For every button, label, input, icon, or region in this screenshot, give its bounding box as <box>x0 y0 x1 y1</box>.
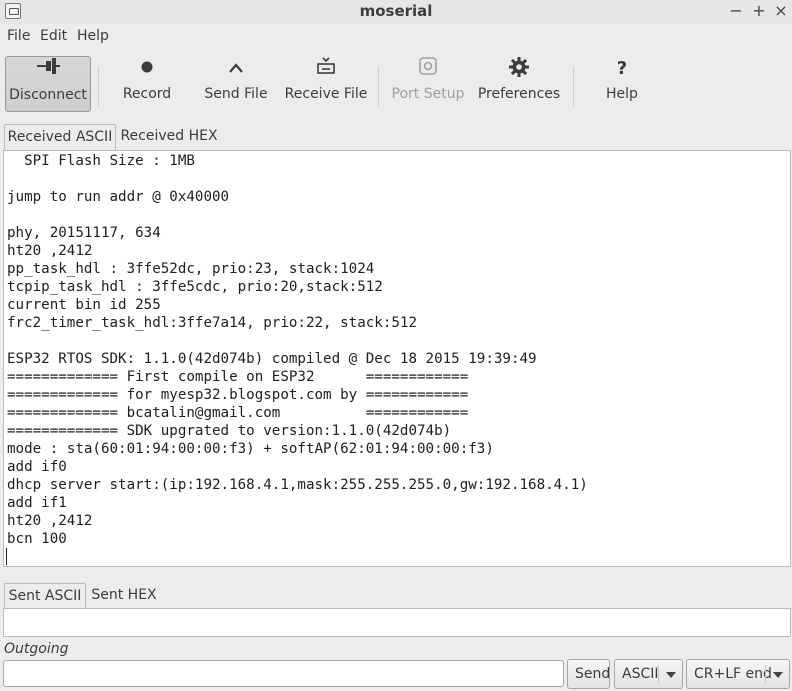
toolbar-separator <box>378 66 379 106</box>
record-button[interactable]: Record <box>112 56 182 112</box>
preferences-button[interactable]: Preferences <box>476 56 562 112</box>
help-label: Help <box>606 86 638 102</box>
port-setup-label: Port Setup <box>391 86 465 102</box>
received-text: SPI Flash Size : 1MB jump to run addr @ … <box>7 153 588 547</box>
line-end-select[interactable]: CR+LF end <box>686 659 790 689</box>
chevron-up-icon <box>200 56 272 82</box>
maximize-button[interactable]: + <box>750 1 768 21</box>
window-title: moserial <box>359 2 433 20</box>
menu-edit[interactable]: Edit <box>40 28 67 44</box>
help-button[interactable]: ? Help <box>598 56 646 112</box>
inbox-download-icon <box>284 56 368 82</box>
format-select-value: ASCII <box>622 666 659 682</box>
tab-received-hex[interactable]: Received HEX <box>118 124 220 150</box>
gear-icon <box>476 56 562 82</box>
chevron-down-icon <box>666 672 676 678</box>
sent-area[interactable] <box>3 608 791 637</box>
tab-received-ascii[interactable]: Received ASCII <box>4 124 116 150</box>
tab-sent-hex[interactable]: Sent HEX <box>88 583 160 609</box>
title-bar: moserial − + × <box>0 0 792 24</box>
received-tabs: Received ASCII Received HEX <box>0 124 792 151</box>
toolbar-separator <box>573 66 574 106</box>
sent-tabs: Sent ASCII Sent HEX <box>0 583 792 610</box>
plug-icon <box>6 57 90 83</box>
send-file-button[interactable]: Send File <box>200 56 272 112</box>
outgoing-label: Outgoing <box>4 641 69 657</box>
dropdown-separator <box>765 665 766 683</box>
receive-file-button[interactable]: Receive File <box>284 56 368 112</box>
preferences-label: Preferences <box>477 86 561 102</box>
send-file-label: Send File <box>204 86 268 102</box>
line-end-select-value: CR+LF end <box>694 666 772 682</box>
disconnect-button[interactable]: Disconnect <box>5 56 91 112</box>
dropdown-separator <box>658 665 659 683</box>
send-button[interactable]: Send <box>567 659 610 689</box>
close-button[interactable]: × <box>772 1 790 21</box>
received-terminal[interactable]: SPI Flash Size : 1MB jump to run addr @ … <box>3 150 791 567</box>
port-setup-button[interactable]: Port Setup <box>390 56 466 112</box>
menu-help[interactable]: Help <box>77 28 109 44</box>
disconnect-label: Disconnect <box>9 87 87 103</box>
menu-file[interactable]: File <box>7 28 30 44</box>
record-dot-icon <box>112 56 182 82</box>
chevron-down-icon <box>773 672 783 678</box>
question-icon: ? <box>616 58 628 79</box>
toolbar-separator <box>98 66 99 106</box>
format-select[interactable]: ASCII <box>614 659 683 689</box>
minimize-button[interactable]: − <box>727 1 745 21</box>
receive-file-label: Receive File <box>284 86 368 102</box>
text-cursor <box>6 548 7 565</box>
record-label: Record <box>122 86 172 102</box>
outgoing-input[interactable] <box>3 660 564 687</box>
tab-sent-ascii[interactable]: Sent ASCII <box>4 583 86 609</box>
toolbar: Disconnect Record Send File Receive File… <box>0 50 792 118</box>
port-settings-icon <box>390 56 466 82</box>
menu-bar: File Edit Help <box>0 24 792 50</box>
